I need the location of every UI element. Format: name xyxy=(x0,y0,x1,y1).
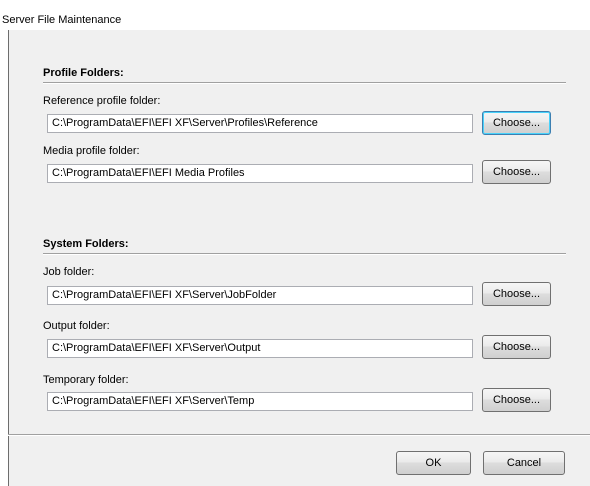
output-folder-label: Output folder: xyxy=(43,320,110,332)
server-file-maintenance-dialog: Server File Maintenance Profile Folders:… xyxy=(0,0,590,486)
job-folder-label: Job folder: xyxy=(43,266,95,278)
media-profile-choose-button[interactable]: Choose... xyxy=(482,160,551,184)
profile-folders-heading: Profile Folders: xyxy=(43,67,124,79)
output-folder-choose-button[interactable]: Choose... xyxy=(482,335,551,359)
job-folder-field[interactable]: C:\ProgramData\EFI\EFI XF\Server\JobFold… xyxy=(47,286,473,305)
reference-profile-folder-label: Reference profile folder: xyxy=(43,95,161,107)
system-folders-heading: System Folders: xyxy=(43,238,129,250)
temporary-folder-label: Temporary folder: xyxy=(43,374,129,386)
temporary-folder-choose-button[interactable]: Choose... xyxy=(482,388,551,412)
temporary-folder-field[interactable]: C:\ProgramData\EFI\EFI XF\Server\Temp xyxy=(47,392,473,411)
window-title: Server File Maintenance xyxy=(2,14,122,26)
footer-divider xyxy=(8,434,590,436)
media-profile-folder-label: Media profile folder: xyxy=(43,145,140,157)
cancel-button[interactable]: Cancel xyxy=(483,451,565,475)
reference-profile-folder-field[interactable]: C:\ProgramData\EFI\EFI XF\Server\Profile… xyxy=(47,114,473,133)
ok-button[interactable]: OK xyxy=(396,451,471,475)
system-folders-divider xyxy=(43,253,566,255)
reference-profile-choose-button[interactable]: Choose... xyxy=(482,111,551,135)
media-profile-folder-field[interactable]: C:\ProgramData\EFI\EFI Media Profiles xyxy=(47,164,473,183)
title-bar[interactable]: Server File Maintenance xyxy=(0,0,590,30)
output-folder-field[interactable]: C:\ProgramData\EFI\EFI XF\Server\Output xyxy=(47,339,473,358)
profile-folders-divider xyxy=(43,82,566,84)
job-folder-choose-button[interactable]: Choose... xyxy=(482,282,551,306)
